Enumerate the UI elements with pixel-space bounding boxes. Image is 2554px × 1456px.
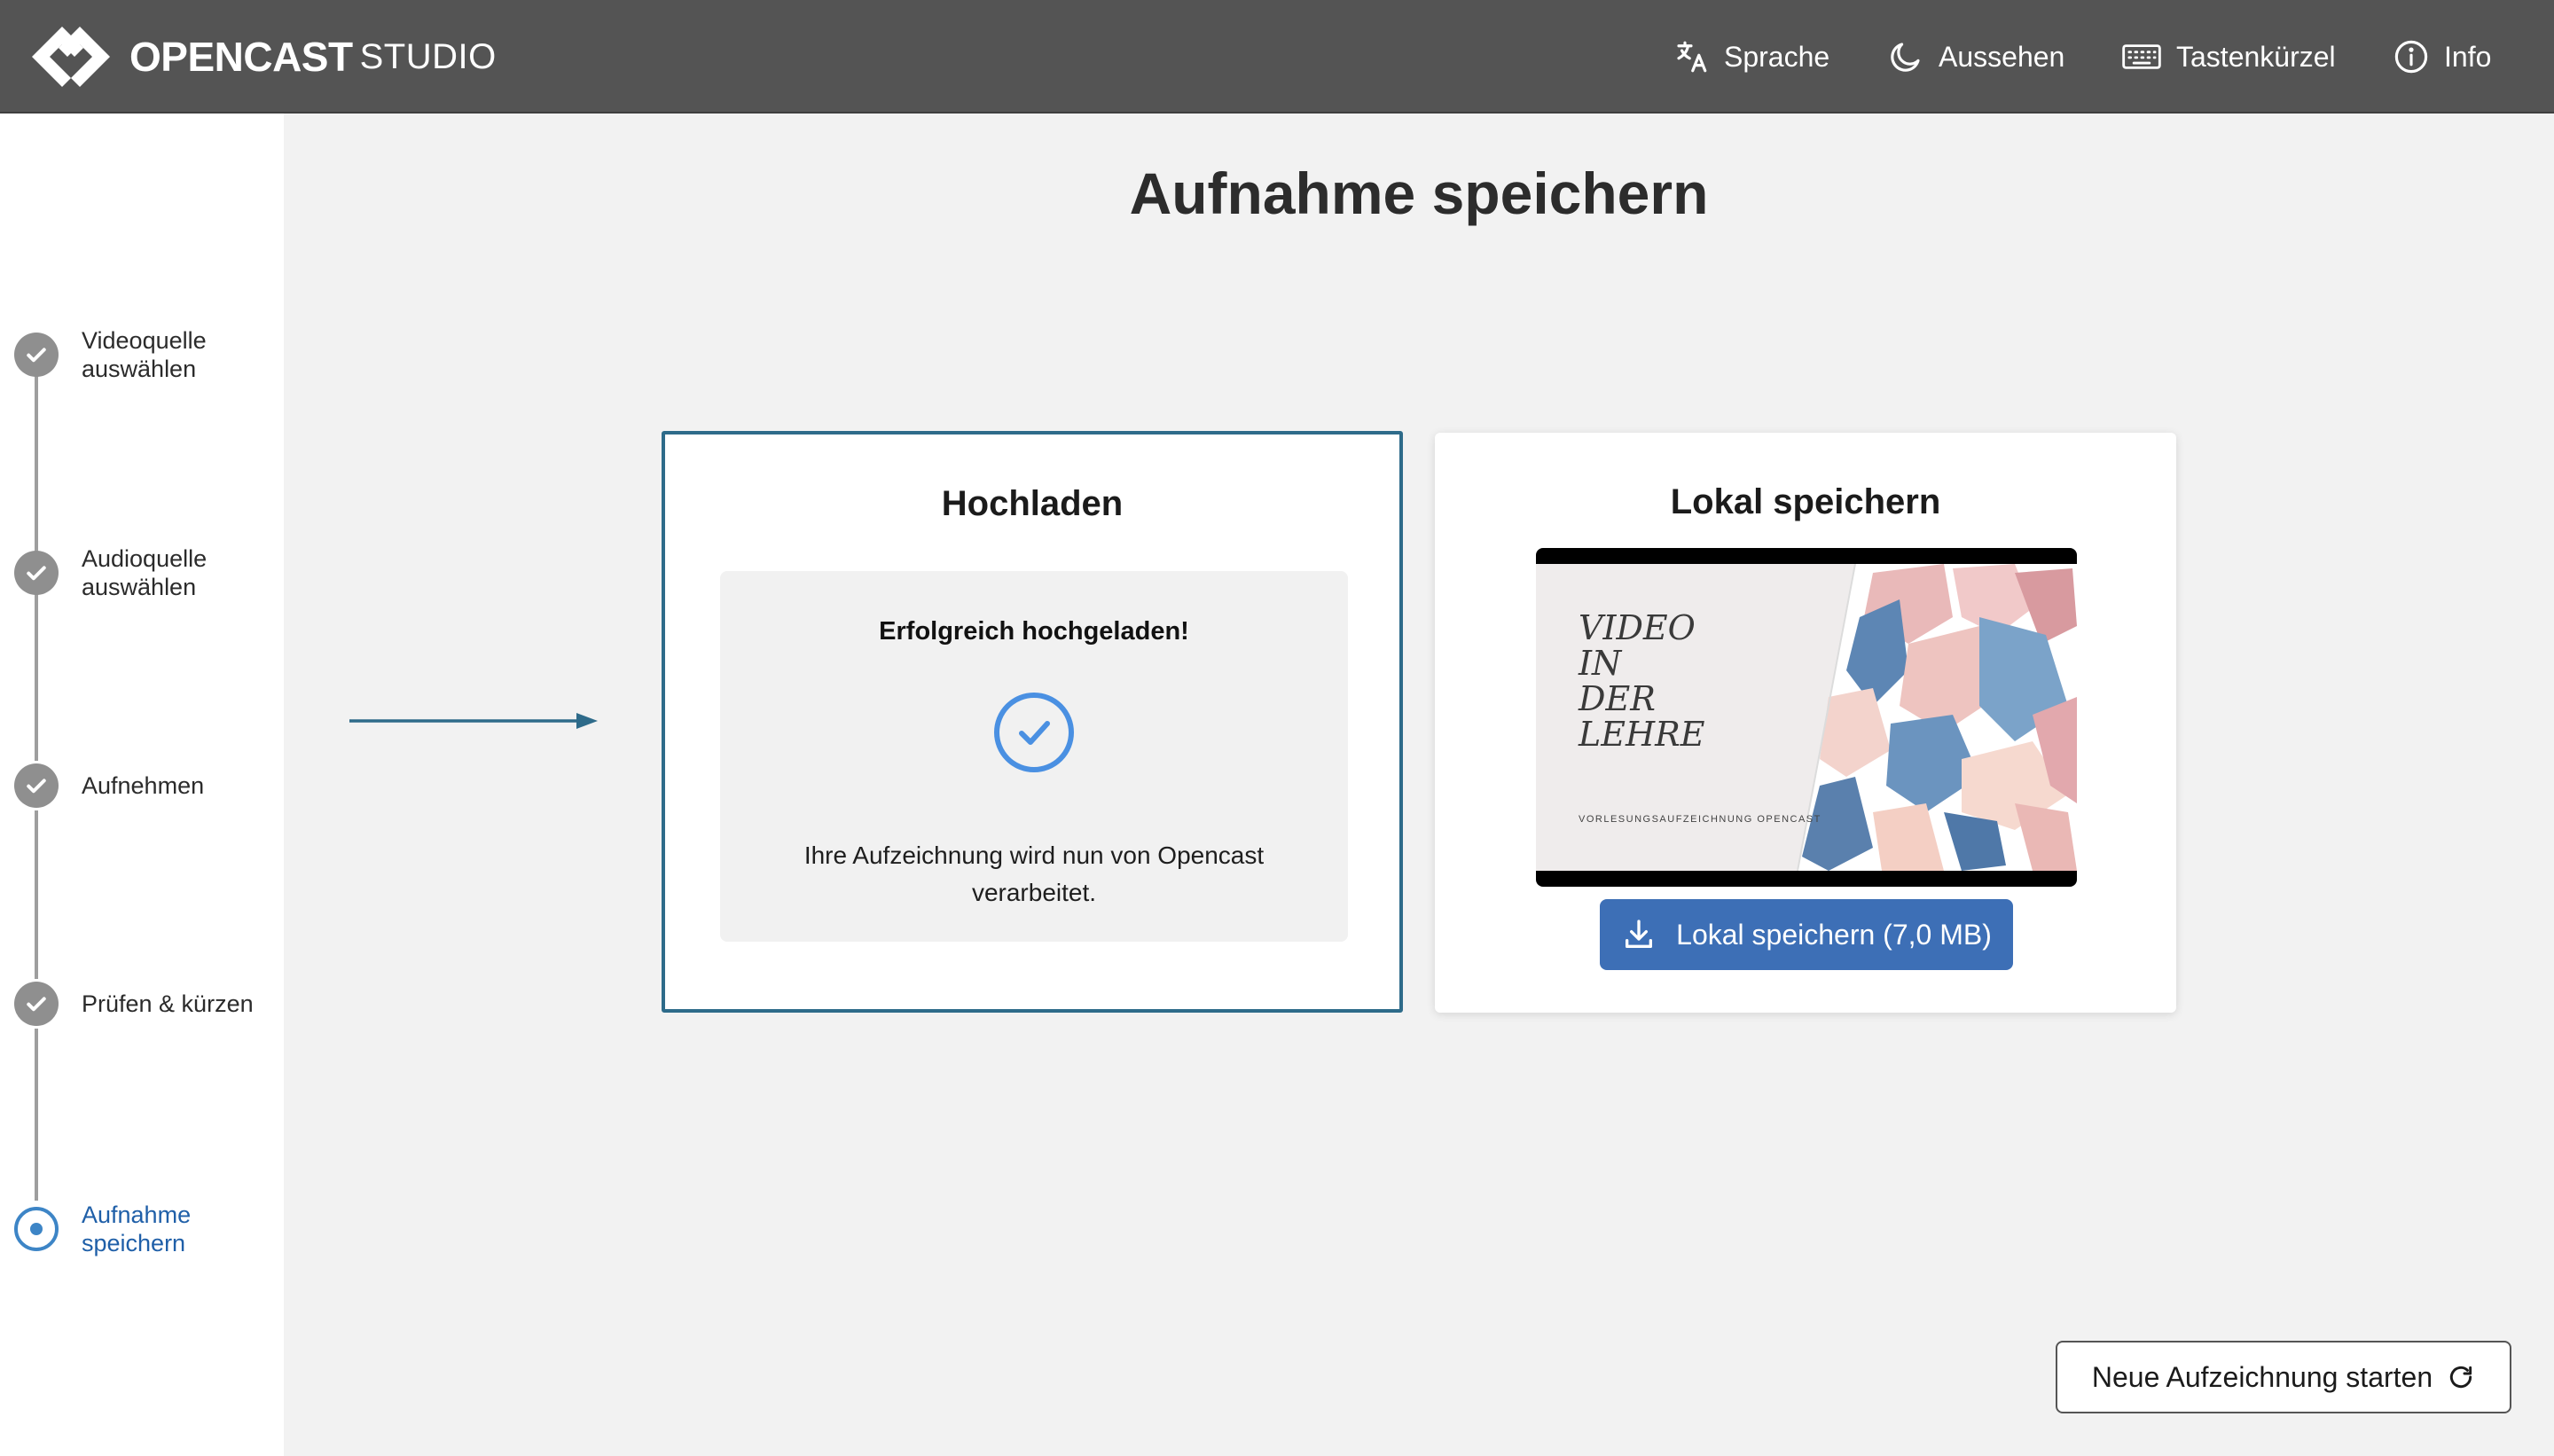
nav-language-label: Sprache [1724, 40, 1830, 73]
download-icon [1626, 920, 1653, 948]
logo-text-sub: STUDIO [359, 36, 497, 76]
upload-success-title: Erfolgreich hochgeladen! [879, 617, 1189, 646]
step-label: Prüfen & kürzen [82, 990, 254, 1017]
step-check-icon [14, 551, 59, 595]
save-locally-button[interactable]: Lokal speichern (7,0 MB) [1600, 899, 2013, 970]
nav-appearance-label: Aussehen [1939, 40, 2065, 73]
nav-language-button[interactable]: Sprache [1673, 0, 1829, 114]
step-record[interactable]: Aufnehmen [14, 763, 286, 808]
upload-success-message: Ihre Aufzeichnung wird nun von Opencast … [803, 842, 1265, 906]
upload-heading: Hochladen [941, 484, 1124, 523]
new-recording-label: Neue Aufzeichnung starten [2091, 1360, 2433, 1393]
video-thumbnail: VIDEO IN DER LEHRE VORLESUNGSAUFZEICHNUN… [1536, 564, 2077, 871]
nav-info-label: Info [2444, 40, 2492, 73]
local-save-card: Lokal speichern VIDEO IN DER LEHRE VORLE… [1435, 433, 2176, 1013]
step-connector [35, 592, 38, 761]
opencast-studio-logo[interactable]: OPENCAST STUDIO [27, 21, 497, 92]
step-label: Audioquelle auswählen [82, 545, 208, 600]
opencast-logo-icon [32, 27, 110, 87]
step-check-icon [14, 333, 59, 377]
keyboard-icon [2121, 38, 2162, 75]
step-connector [35, 374, 38, 543]
nav-shortcuts-button[interactable]: Tastenkürzel [2121, 0, 2336, 114]
nav-shortcuts-label: Tastenkürzel [2176, 40, 2336, 73]
arrow-right-icon [349, 713, 598, 729]
save-locally-label: Lokal speichern (7,0 MB) [1676, 918, 1992, 951]
page-title: Aufnahme speichern [1129, 160, 1709, 226]
upload-card: Hochladen Erfolgreich hochgeladen! Ihre … [662, 431, 1403, 1013]
video-preview[interactable]: VIDEO IN DER LEHRE VORLESUNGSAUFZEICHNUN… [1536, 548, 2077, 887]
preview-title-text: VIDEO IN DER LEHRE [1579, 608, 1705, 754]
nav-info-button[interactable]: Info [2393, 0, 2491, 114]
step-connector [35, 1029, 38, 1201]
step-label: Aufnehmen [82, 772, 205, 799]
local-save-heading: Lokal speichern [1670, 482, 1941, 521]
step-check-icon [14, 982, 59, 1026]
step-current-icon [14, 1207, 59, 1251]
logo-text-main: OPENCAST [129, 34, 353, 80]
step-check-icon [14, 763, 59, 808]
upload-status-box: Erfolgreich hochgeladen! Ihre Aufzeichnu… [720, 571, 1348, 942]
step-save-recording[interactable]: Aufnahme speichern [14, 1201, 286, 1257]
new-recording-button[interactable]: Neue Aufzeichnung starten [2056, 1341, 2511, 1413]
info-icon [2393, 38, 2430, 75]
step-connector [35, 810, 38, 979]
refresh-icon [2450, 1366, 2472, 1389]
step-video-source[interactable]: Videoquelle auswählen [14, 326, 286, 383]
step-audio-source[interactable]: Audioquelle auswählen [14, 544, 286, 601]
top-bar: OPENCAST STUDIO Sprache Aussehen Tastenk… [0, 0, 2554, 114]
check-circle-icon [994, 693, 1074, 772]
nav-appearance-button[interactable]: Aussehen [1887, 0, 2064, 114]
preview-caption: VORLESUNGSAUFZEICHNUNG OPENCAST [1579, 814, 1821, 825]
moon-icon [1887, 38, 1924, 75]
step-label: Aufnahme speichern [82, 1202, 192, 1256]
translate-icon [1673, 38, 1710, 75]
step-review-trim[interactable]: Prüfen & kürzen [14, 982, 286, 1026]
step-label: Videoquelle auswählen [82, 327, 207, 382]
